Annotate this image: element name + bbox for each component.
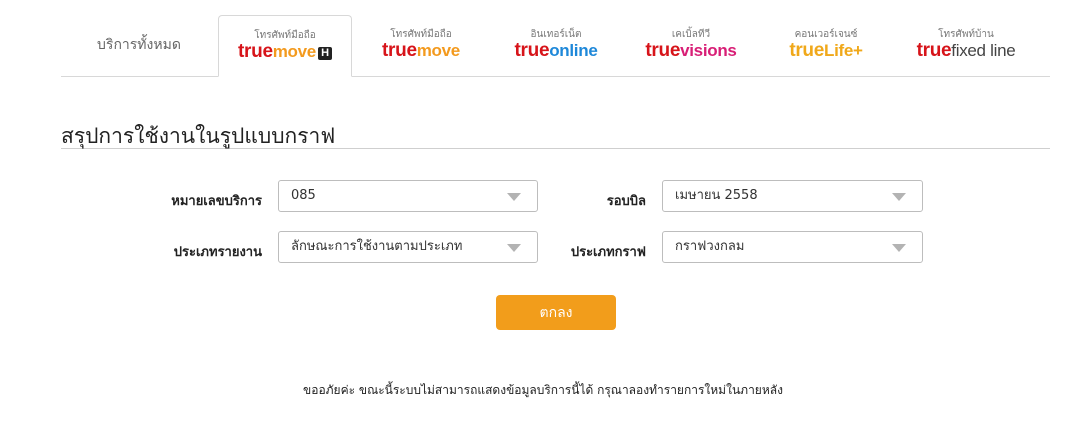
tab-all-services[interactable]: บริการทั้งหมด [61,15,217,75]
dropdown-arrow-icon [507,193,521,201]
trueonline-logo: trueonline [514,40,598,61]
report-type-label: ประเภทรายงาน [173,245,262,260]
bill-cycle-label: รอบบิล [606,194,646,209]
graph-type-value: กราฟวงกลม [675,239,745,254]
dropdown-arrow-icon [892,244,906,252]
service-number-select[interactable]: 085 [278,180,538,212]
section-title: สรุปการใช้งานในรูปแบบกราฟ [61,120,1050,149]
tab-trueonline[interactable]: อินเทอร์เน็ต trueonline [491,15,621,75]
truevisions-logo: truevisions [645,40,737,61]
graph-type-select[interactable]: กราฟวงกลม [662,231,923,263]
service-number-value: 085 [291,188,316,203]
service-number-label: หมายเลขบริการ [171,194,262,209]
submit-button[interactable]: ตกลง [496,295,616,330]
tab-truemove[interactable]: โทรศัพท์มือถือ truemove [356,15,486,75]
tab-truemove-h[interactable]: โทรศัพท์มือถือ truemove H [218,15,352,77]
graph-type-label: ประเภทกราฟ [570,245,646,260]
tab-truevisions[interactable]: เคเบิ้ลทีวี truevisions [626,15,756,75]
tab-all-services-label: บริการทั้งหมด [97,37,181,53]
error-notice: ขออภัยค่ะ ขณะนี้ระบบไม่สามารถแสดงข้อมูลบ… [303,383,783,397]
bill-cycle-value: เมษายน 2558 [675,188,758,203]
truemove-h-logo: truemove H [238,42,332,62]
service-tabs: บริการทั้งหมด โทรศัพท์มือถือ truemove H โ… [61,15,1050,77]
truemove-logo: truemove [382,40,460,61]
truelife-plus-logo: trueLife+ [789,40,863,61]
dropdown-arrow-icon [892,193,906,201]
bill-cycle-select[interactable]: เมษายน 2558 [662,180,923,212]
report-type-select[interactable]: ลักษณะการใช้งานตามประเภท [278,231,538,263]
tab-truelife-plus[interactable]: คอนเวอร์เจนซ์ trueLife+ [761,15,891,75]
true-fixed-line-logo: truefixed line [916,40,1016,61]
report-type-value: ลักษณะการใช้งานตามประเภท [291,239,463,254]
tab-true-fixed-line[interactable]: โทรศัพท์บ้าน truefixed line [896,15,1036,75]
dropdown-arrow-icon [507,244,521,252]
